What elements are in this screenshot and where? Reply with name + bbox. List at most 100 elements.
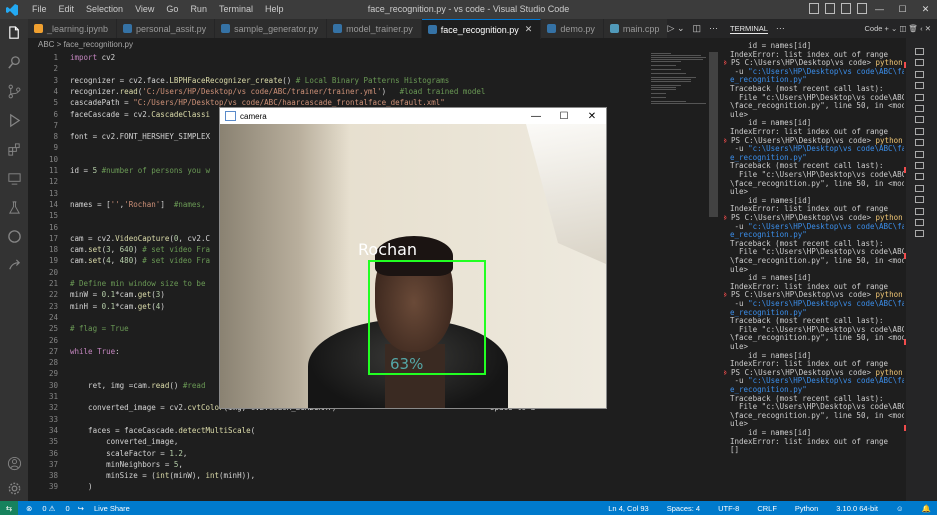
camera-maximize-button[interactable]: ☐ <box>550 111 578 122</box>
camera-window[interactable]: camera — ☐ ✕ Rochan 63% <box>219 107 607 409</box>
menu-run[interactable]: Run <box>184 0 213 19</box>
remote-explorer-icon[interactable] <box>0 164 28 193</box>
panel-more-icon[interactable]: ⋯ <box>776 23 785 34</box>
file-type-icon <box>547 24 557 33</box>
file-type-icon <box>34 24 43 33</box>
terminal-instance-icon[interactable] <box>915 150 924 158</box>
line-number: 31 <box>48 392 58 401</box>
terminal-output[interactable]: id = names[id] IndexError: list index out… <box>724 38 904 501</box>
close-button[interactable]: ✕ <box>914 0 937 19</box>
code-line: cam = cv2.VideoCapture(0, cv2.C <box>70 233 210 243</box>
terminal-instance-icon[interactable] <box>915 162 924 169</box>
camera-titlebar[interactable]: camera — ☐ ✕ <box>220 108 606 124</box>
terminal-instance-icon[interactable] <box>915 219 924 226</box>
code-line: ) <box>70 482 93 492</box>
menu-terminal[interactable]: Terminal <box>213 0 259 19</box>
terminal-instance-icon[interactable] <box>915 184 924 192</box>
camera-minimize-button[interactable]: — <box>522 111 550 122</box>
more-actions-icon[interactable]: ⋯ <box>709 23 718 34</box>
testing-icon[interactable] <box>0 193 28 222</box>
terminal-instance-icon[interactable] <box>915 93 924 101</box>
code-line: scaleFactor = 1.2, <box>70 448 188 458</box>
problems-indicator[interactable]: ⊗ 0 ⚠ 0 <box>26 504 70 513</box>
menu-file[interactable]: File <box>26 0 53 19</box>
live-share-icon[interactable] <box>0 251 28 280</box>
code-line: while True: <box>70 346 120 356</box>
toggle-panel-icon[interactable] <box>825 3 835 14</box>
code-line: faceCascade = cv2.CascadeClassi <box>70 109 210 119</box>
extensions-icon[interactable] <box>0 135 28 164</box>
menu-go[interactable]: Go <box>160 0 184 19</box>
terminal-instance-icon[interactable] <box>915 173 924 181</box>
code-line: cascadePath = "C:/Users/HP/Desktop/vs co… <box>70 98 445 108</box>
line-number: 39 <box>48 482 58 492</box>
run-icon[interactable]: ▷ ⌄ <box>668 23 685 34</box>
menu-bar: File Edit Selection View Go Run Terminal Help <box>26 0 289 19</box>
search-icon[interactable] <box>0 48 28 77</box>
notifications-icon[interactable]: 🔔 <box>922 504 931 513</box>
live-share-button[interactable]: ↪ Live Share <box>78 504 130 513</box>
terminal-instance-icon[interactable] <box>915 139 924 147</box>
line-number: 18 <box>48 245 58 255</box>
code-line: minSize = (int(minW), int(minH)), <box>70 471 256 481</box>
terminal-instance-icon[interactable] <box>915 196 924 204</box>
source-control-icon[interactable] <box>0 77 28 106</box>
menu-edit[interactable]: Edit <box>53 0 81 19</box>
line-number: 15 <box>48 211 58 221</box>
cursor-position[interactable]: Ln 4, Col 93 <box>608 504 648 513</box>
encoding[interactable]: UTF-8 <box>718 504 739 513</box>
language-mode[interactable]: Python <box>795 504 818 513</box>
tab-model-trainer-py[interactable]: model_trainer.py <box>327 19 422 38</box>
github-icon[interactable] <box>0 222 28 251</box>
camera-window-icon <box>225 111 236 121</box>
remote-indicator-icon[interactable]: ⇆ <box>0 501 18 515</box>
terminal-shell-selector[interactable]: Code + ⌄ ◫ 🗑 ‹ ✕ <box>865 24 932 33</box>
terminal-instance-icon[interactable] <box>915 59 924 67</box>
terminal-instance-icon[interactable] <box>915 70 924 78</box>
tab-face-recognition-py[interactable]: face_recognition.py ✕ <box>421 19 542 39</box>
toggle-sidebar-icon[interactable] <box>809 3 819 14</box>
manage-gear-icon[interactable] <box>0 474 28 503</box>
terminal-instance-icon[interactable] <box>915 105 924 112</box>
python-interpreter[interactable]: 3.10.0 64-bit <box>836 504 878 513</box>
line-number: 1 <box>53 53 58 62</box>
tab-demo-py[interactable]: demo.py <box>541 19 604 38</box>
toggle-secondary-sidebar-icon[interactable] <box>841 3 851 14</box>
terminal-tab[interactable]: TERMINAL <box>730 24 768 34</box>
explorer-icon[interactable] <box>0 19 28 48</box>
terminal-instance-icon[interactable] <box>915 207 924 215</box>
tab-personal-assit-py[interactable]: personal_assit.py <box>117 19 216 38</box>
terminal-instance-icon[interactable] <box>915 230 924 238</box>
customize-layout-icon[interactable] <box>857 3 867 14</box>
tab-sample-generator-py[interactable]: sample_generator.py <box>215 19 328 38</box>
terminal-instance-icon[interactable] <box>915 116 924 124</box>
line-number: 29 <box>48 369 58 379</box>
minimize-button[interactable]: — <box>868 0 891 19</box>
terminal-line: \face_recognition.py", line 50, in <mod <box>730 333 904 343</box>
tab-label: _learning.ipynb <box>47 23 109 34</box>
indentation[interactable]: Spaces: 4 <box>667 504 700 513</box>
tab--learning-ipynb[interactable]: _learning.ipynb <box>28 19 118 38</box>
run-debug-icon[interactable] <box>0 106 28 135</box>
minimap[interactable] <box>651 52 711 152</box>
terminal-instance-icon[interactable] <box>915 127 924 135</box>
line-number: 25 <box>48 324 58 334</box>
live-share-label: Live Share <box>94 503 130 513</box>
close-tab-icon[interactable]: ✕ <box>525 24 533 35</box>
terminal-line: \face_recognition.py", line 50, in <mod <box>730 256 904 265</box>
terminal-instance-icon[interactable] <box>915 82 924 90</box>
tab-main-cpp[interactable]: main.cpp <box>603 19 669 38</box>
feedback-icon[interactable]: ☺ <box>896 504 904 513</box>
terminal-instance-icon[interactable] <box>915 48 924 55</box>
camera-close-button[interactable]: ✕ <box>578 111 606 122</box>
editor-scrollbar[interactable] <box>709 52 718 217</box>
menu-selection[interactable]: Selection <box>80 0 129 19</box>
error-marker <box>904 339 906 345</box>
line-endings[interactable]: CRLF <box>757 504 777 513</box>
maximize-button[interactable]: ☐ <box>891 0 914 19</box>
menu-help[interactable]: Help <box>259 0 290 19</box>
split-editor-icon[interactable]: ◫ <box>692 23 701 34</box>
menu-view[interactable]: View <box>129 0 160 19</box>
face-detection-box <box>368 260 486 375</box>
breadcrumb[interactable]: ABC > face_recognition.py <box>28 38 724 52</box>
